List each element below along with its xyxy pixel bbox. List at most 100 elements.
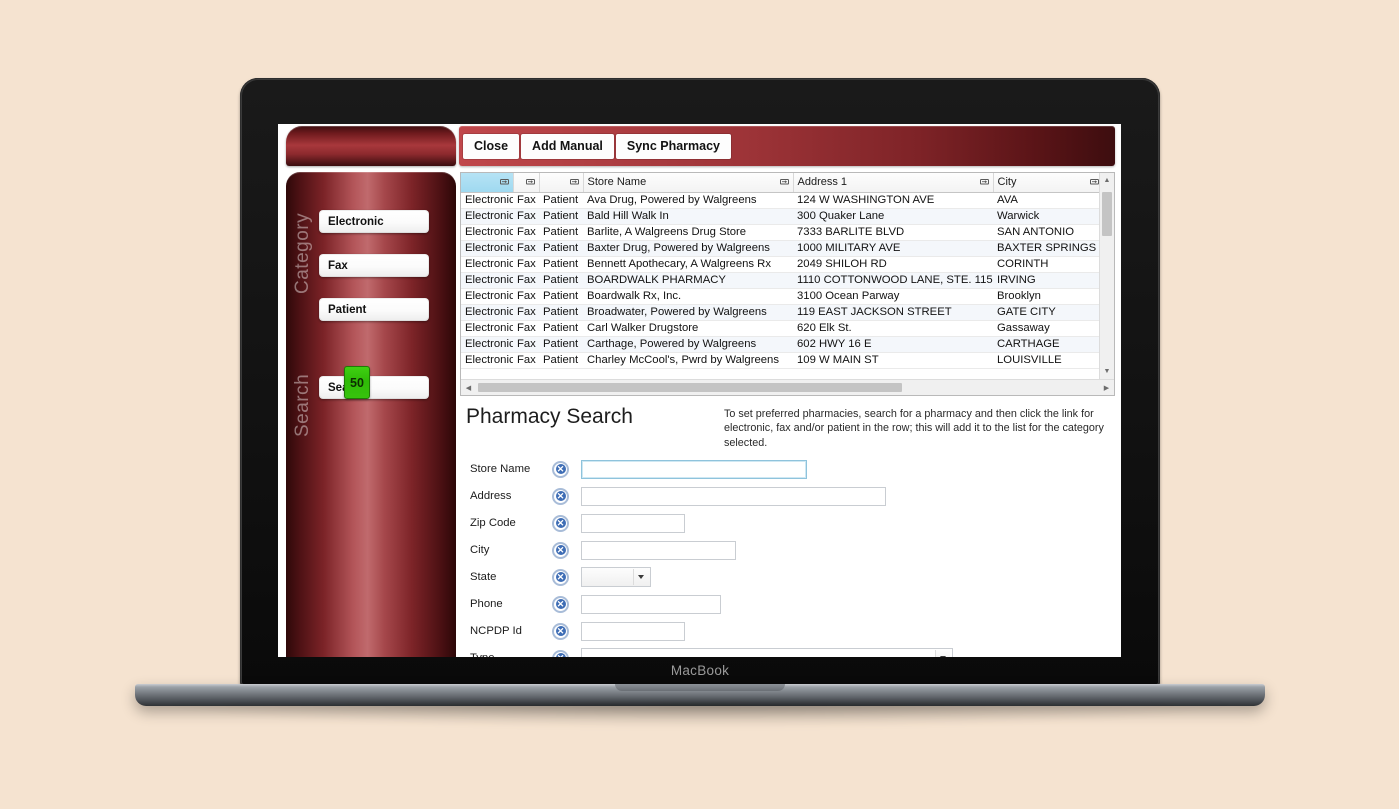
store-name-input[interactable] (581, 459, 807, 479)
table-row[interactable]: Electronic Fax Patient BOARDWALK PHARMACY 11… (461, 272, 1099, 289)
zip-code-input[interactable] (581, 513, 685, 533)
cell-address-1: 602 HWY 16 E (793, 336, 993, 353)
fax-link[interactable]: Fax (513, 272, 539, 289)
fax-link[interactable]: Fax (513, 288, 539, 305)
grid-horizontal-scrollbar[interactable]: ◀ ▶ (461, 379, 1114, 395)
filter-icon[interactable] (779, 179, 789, 186)
table-row[interactable]: Electronic Fax Patient Carl Walker Drugstor… (461, 320, 1099, 337)
clear-field-icon[interactable]: ✕ (552, 568, 569, 586)
column-header-address-1[interactable]: Address 1 (793, 173, 994, 193)
fax-link[interactable]: Fax (513, 320, 539, 337)
fax-link[interactable]: Fax (513, 240, 539, 257)
type-select[interactable] (581, 648, 953, 657)
patient-link[interactable]: Patient (539, 240, 583, 257)
clear-field-icon[interactable]: ✕ (552, 595, 569, 613)
fax-link[interactable]: Fax (513, 304, 539, 321)
vertical-scroll-thumb[interactable] (1102, 192, 1112, 236)
electronic-link[interactable]: Electronic (461, 208, 513, 225)
sync-pharmacy-button[interactable]: Sync Pharmacy (615, 133, 731, 159)
patient-link[interactable]: Patient (539, 224, 583, 241)
horizontal-scroll-thumb[interactable] (478, 383, 902, 392)
sidebar-item-electronic[interactable]: Electronic (319, 210, 429, 233)
sidebar-item-fax[interactable]: Fax (319, 254, 429, 277)
cell-city: IRVING (993, 272, 1099, 289)
electronic-link[interactable]: Electronic (461, 224, 513, 241)
grid-vertical-scrollbar[interactable]: ▲ ▼ (1099, 173, 1114, 379)
add-manual-button[interactable]: Add Manual (521, 133, 614, 159)
cell-store-name: Carthage, Powered by Walgreens (583, 336, 793, 353)
clear-field-icon[interactable]: ✕ (552, 460, 569, 478)
column-header-store-name[interactable]: Store Name (583, 173, 794, 193)
filter-icon[interactable] (1089, 179, 1099, 186)
electronic-link[interactable]: Electronic (461, 240, 513, 257)
fax-link[interactable]: Fax (513, 256, 539, 273)
electronic-link[interactable]: Electronic (461, 192, 513, 209)
fax-link[interactable]: Fax (513, 224, 539, 241)
vertical-scroll-track[interactable] (1100, 188, 1114, 364)
close-button[interactable]: Close (463, 133, 520, 159)
scroll-left-icon[interactable]: ◀ (461, 380, 476, 395)
patient-link[interactable]: Patient (539, 352, 583, 369)
field-label: NCPDP Id (470, 625, 522, 638)
patient-link[interactable]: Patient (539, 256, 583, 273)
horizontal-scroll-track[interactable] (476, 380, 1099, 395)
patient-link[interactable]: Patient (539, 336, 583, 353)
column-header-electronic[interactable] (461, 173, 514, 193)
filter-icon[interactable] (569, 179, 579, 186)
column-header-patient[interactable] (539, 173, 584, 193)
fax-link[interactable]: Fax (513, 336, 539, 353)
table-row[interactable]: Electronic Fax Patient Barlite, A Walgreens… (461, 224, 1099, 241)
table-row[interactable]: Electronic Fax Patient Baxter Drug, Powered… (461, 240, 1099, 257)
sidebar-item-patient[interactable]: Patient (319, 298, 429, 321)
form-row: Zip Code ✕ (464, 510, 1115, 537)
patient-link[interactable]: Patient (539, 304, 583, 321)
clear-field-icon[interactable]: ✕ (552, 514, 569, 532)
cell-address-1: 124 W WASHINGTON AVE (793, 192, 993, 209)
fax-link[interactable]: Fax (513, 352, 539, 369)
electronic-link[interactable]: Electronic (461, 320, 513, 337)
electronic-link[interactable]: Electronic (461, 352, 513, 369)
sidebar-item-search[interactable]: Search (319, 376, 429, 399)
table-row[interactable]: Electronic Fax Patient Boardwalk Rx, Inc. 31… (461, 288, 1099, 305)
scroll-down-icon[interactable]: ▼ (1100, 364, 1114, 379)
patient-link[interactable]: Patient (539, 288, 583, 305)
electronic-link[interactable]: Electronic (461, 288, 513, 305)
city-input[interactable] (581, 540, 736, 560)
table-row[interactable]: Electronic Fax Patient Broadwater, Powered … (461, 304, 1099, 321)
table-row[interactable]: Electronic Fax Patient Ava Drug, Powered by… (461, 192, 1099, 209)
electronic-link[interactable]: Electronic (461, 256, 513, 273)
scroll-right-icon[interactable]: ▶ (1099, 380, 1114, 395)
table-row[interactable]: Electronic Fax Patient Bald Hill Walk In 300… (461, 208, 1099, 225)
address-input[interactable] (581, 486, 886, 506)
electronic-link[interactable]: Electronic (461, 336, 513, 353)
cell-store-name: Ava Drug, Powered by Walgreens (583, 192, 793, 209)
patient-link[interactable]: Patient (539, 320, 583, 337)
grid-viewport: Store Name Address 1 City Electronic Fax… (461, 173, 1099, 379)
filter-icon[interactable] (525, 179, 535, 186)
column-header-city[interactable]: City (993, 173, 1099, 193)
table-row[interactable]: Electronic Fax Patient Bennett Apothecary, … (461, 256, 1099, 273)
filter-icon[interactable] (979, 179, 989, 186)
state-select[interactable] (581, 567, 651, 588)
scroll-up-icon[interactable]: ▲ (1100, 173, 1114, 188)
ncpdp-id-input[interactable] (581, 621, 685, 641)
patient-link[interactable]: Patient (539, 208, 583, 225)
cell-store-name: Charley McCool's, Pwrd by Walgreens (583, 352, 793, 369)
clear-field-icon[interactable]: ✕ (552, 622, 569, 640)
patient-link[interactable]: Patient (539, 272, 583, 289)
patient-link[interactable]: Patient (539, 192, 583, 209)
toolbar-left-panel (286, 126, 456, 166)
grid-scroll-area: Store Name Address 1 City Electronic Fax… (461, 173, 1114, 379)
column-header-fax[interactable] (513, 173, 540, 193)
table-row[interactable]: Electronic Fax Patient Carthage, Powered by… (461, 336, 1099, 353)
filter-icon[interactable] (499, 179, 509, 186)
fax-link[interactable]: Fax (513, 192, 539, 209)
electronic-link[interactable]: Electronic (461, 304, 513, 321)
clear-field-icon[interactable]: ✕ (552, 541, 569, 559)
phone-input[interactable] (581, 594, 721, 614)
clear-field-icon[interactable]: ✕ (552, 649, 569, 657)
electronic-link[interactable]: Electronic (461, 272, 513, 289)
clear-field-icon[interactable]: ✕ (552, 487, 569, 505)
fax-link[interactable]: Fax (513, 208, 539, 225)
table-row[interactable]: Electronic Fax Patient Charley McCool's, Pw… (461, 352, 1099, 369)
